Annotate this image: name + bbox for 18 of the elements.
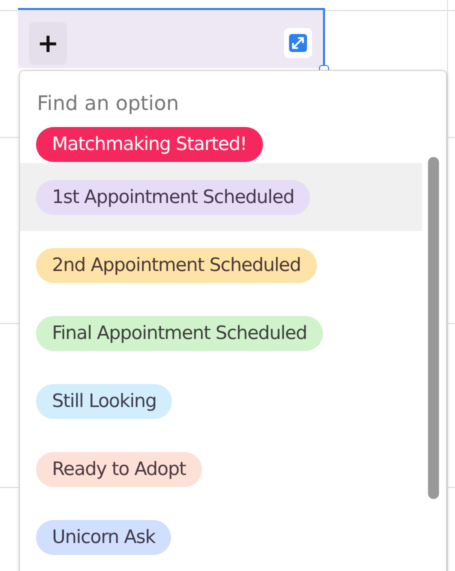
search-field[interactable]: Find an option <box>37 91 337 115</box>
status-tag: Still Looking <box>36 384 172 418</box>
option-row[interactable]: Still Looking <box>20 367 422 435</box>
add-button[interactable]: + <box>29 22 67 65</box>
scrollbar[interactable] <box>428 157 439 499</box>
status-tag: 1st Appointment Scheduled <box>36 180 310 214</box>
option-row[interactable]: Final Appointment Scheduled <box>20 299 422 367</box>
option-row[interactable]: Ready to Adopt <box>20 435 422 503</box>
status-tag: Unicorn Ask <box>36 520 172 554</box>
option-row[interactable]: 2nd Appointment Scheduled <box>20 231 422 299</box>
option-row[interactable]: Unicorn Ask <box>20 503 422 571</box>
expand-icon[interactable] <box>284 28 312 58</box>
option-row[interactable]: Matchmaking Started! <box>20 127 422 163</box>
status-tag: 2nd Appointment Scheduled <box>36 248 317 282</box>
option-row[interactable]: 1st Appointment Scheduled <box>20 163 422 231</box>
status-tag: Ready to Adopt <box>36 452 202 486</box>
status-tag: Matchmaking Started! <box>36 127 263 162</box>
status-tag: Final Appointment Scheduled <box>36 316 323 350</box>
